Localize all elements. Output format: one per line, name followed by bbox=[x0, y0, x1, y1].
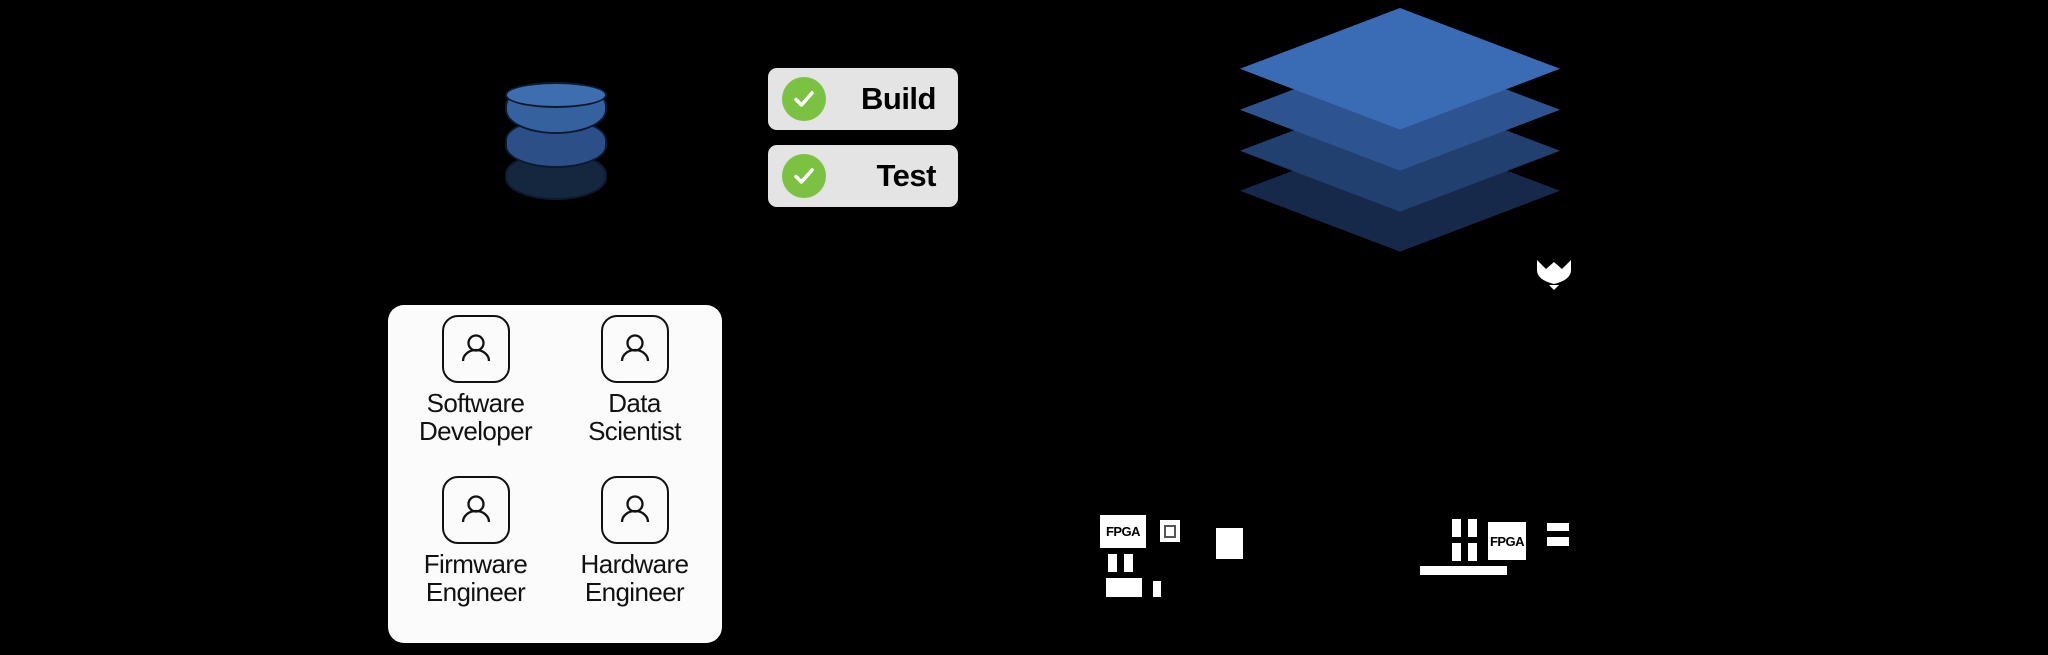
fpga-chip: FPGA bbox=[1488, 522, 1526, 560]
persona-label: Hardware Engineer bbox=[580, 549, 690, 607]
persona-software-developer[interactable]: Software Developer bbox=[396, 315, 555, 476]
pin-pair bbox=[1108, 554, 1117, 572]
persona-card: Software Developer Data Scientist Firmwa… bbox=[388, 305, 722, 643]
status-badge-test[interactable]: Test bbox=[768, 145, 958, 207]
chevron-down-icon bbox=[1535, 258, 1573, 290]
edge-connector bbox=[1420, 566, 1507, 575]
persona-label: Firmware Engineer bbox=[423, 549, 528, 607]
person-icon bbox=[441, 476, 510, 544]
pin-grid bbox=[1468, 519, 1477, 537]
pin-grid bbox=[1452, 543, 1461, 561]
database-cylinder bbox=[505, 82, 607, 200]
fpga-board-right: FPGA bbox=[1420, 505, 1630, 585]
diagram-canvas: Build Test Software Developer Data Scien… bbox=[0, 0, 2048, 655]
database-top-cap bbox=[505, 82, 607, 108]
person-icon bbox=[600, 315, 669, 383]
fpga-chip: FPGA bbox=[1100, 515, 1146, 548]
persona-data-scientist[interactable]: Data Scientist bbox=[555, 315, 714, 476]
pin-grid bbox=[1468, 543, 1477, 561]
pin-single bbox=[1153, 581, 1161, 597]
connector-outline bbox=[1160, 520, 1180, 542]
person-icon bbox=[600, 476, 669, 544]
persona-label: Data Scientist bbox=[588, 388, 681, 446]
persona-label: Software Developer bbox=[418, 388, 533, 446]
bar-top bbox=[1547, 523, 1569, 531]
persona-firmware-engineer[interactable]: Firmware Engineer bbox=[396, 476, 555, 637]
person-icon bbox=[441, 315, 510, 383]
status-badge-label: Test bbox=[876, 158, 937, 193]
fpga-board-left: FPGA bbox=[1100, 515, 1320, 597]
status-badge-label: Build bbox=[861, 81, 937, 116]
check-circle-icon bbox=[782, 154, 826, 198]
module-block bbox=[1216, 528, 1243, 559]
status-badge-build[interactable]: Build bbox=[768, 68, 958, 130]
bar-bottom bbox=[1547, 537, 1569, 546]
persona-hardware-engineer[interactable]: Hardware Engineer bbox=[555, 476, 714, 637]
check-circle-icon bbox=[782, 77, 826, 121]
isometric-layer-stack bbox=[1240, 8, 1560, 290]
port-block bbox=[1106, 578, 1142, 597]
pin-grid bbox=[1452, 519, 1461, 537]
stack-layer-1 bbox=[1240, 8, 1560, 168]
pin-pair bbox=[1124, 554, 1133, 572]
